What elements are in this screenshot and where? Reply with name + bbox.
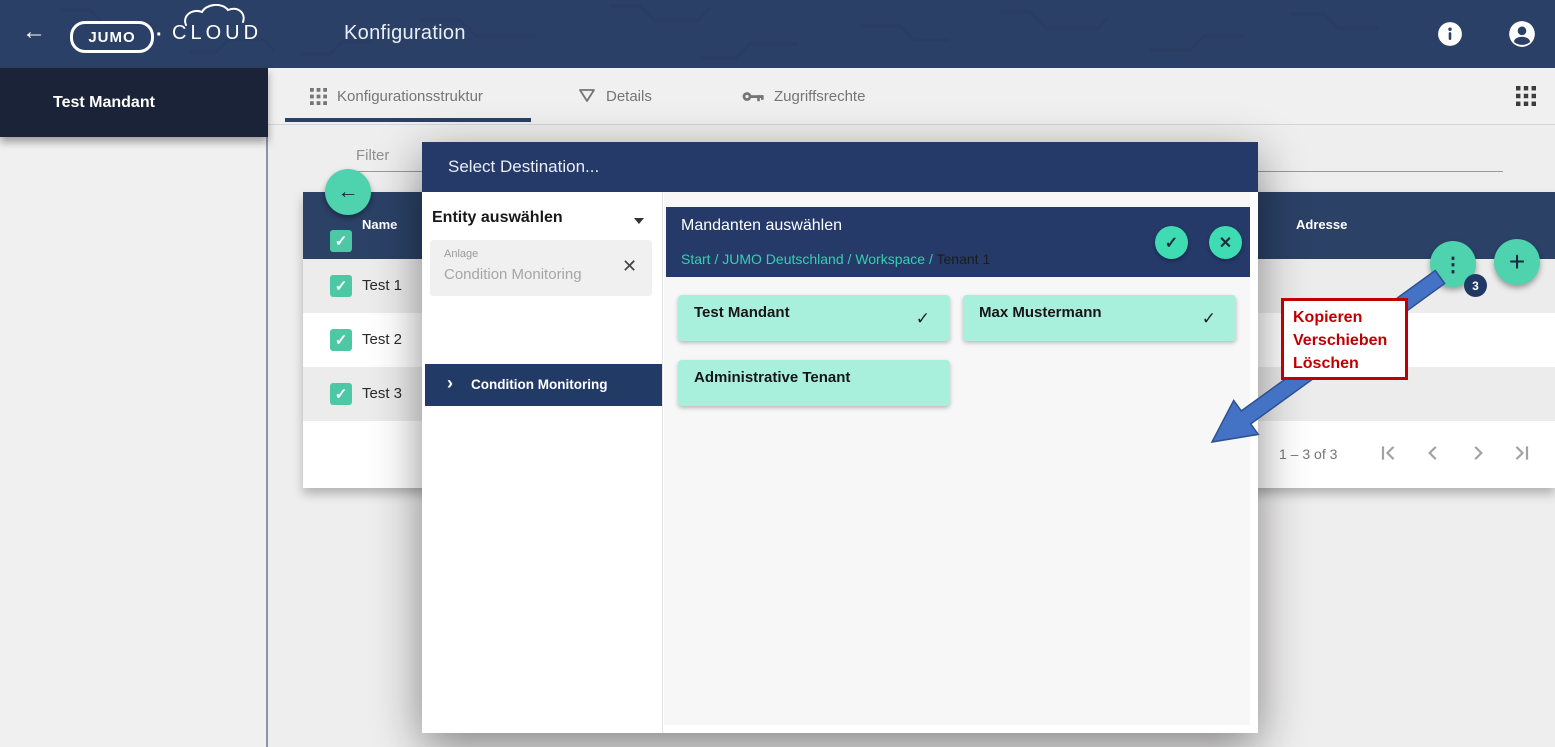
tab-details[interactable]: Details (578, 68, 652, 124)
dialog-right-panel: Mandanten auswählen Start / JUMO Deutsch… (664, 192, 1250, 725)
row-name: Test 1 (362, 277, 402, 294)
first-page-icon[interactable] (1378, 443, 1398, 463)
annotation-line: Kopieren (1293, 306, 1405, 329)
chip-label: Test Mandant (694, 304, 790, 321)
funnel-icon (578, 88, 596, 104)
row-checkbox[interactable]: ✓ (330, 329, 352, 351)
info-icon[interactable] (1437, 21, 1463, 47)
confirm-button[interactable]: ✓ (1155, 226, 1188, 259)
breadcrumb-separator: / (929, 251, 933, 267)
column-header-name: Name (362, 217, 397, 232)
row-checkbox[interactable]: ✓ (330, 383, 352, 405)
annotation-line: Verschieben (1293, 329, 1405, 352)
breadcrumb: Start / JUMO Deutschland / Workspace / T… (681, 251, 990, 267)
collapse-back-button[interactable]: ← (325, 169, 371, 215)
tree-item-condition-monitoring[interactable]: › Condition Monitoring (425, 364, 662, 406)
chip-label: Administrative Tenant (694, 369, 850, 386)
row-name: Test 3 (362, 385, 402, 402)
jumo-logo: JUMO (70, 21, 154, 53)
app-bar: ← JUMO · CLOUD Konfiguration (0, 0, 1555, 68)
key-icon (742, 90, 764, 103)
tab-bar: Konfigurationsstruktur Details Zugriffsr… (268, 68, 1555, 125)
tab-label: Zugriffsrechte (774, 88, 865, 105)
tab-label: Details (606, 88, 652, 105)
add-button[interactable]: + (1494, 239, 1540, 285)
selection-count-badge: 3 (1464, 274, 1487, 297)
page-title: Konfiguration (344, 22, 466, 45)
chevron-down-icon[interactable] (634, 218, 644, 224)
prev-page-icon[interactable] (1423, 443, 1443, 463)
check-icon: ✓ (1202, 309, 1216, 329)
pagination-range: 1 – 3 of 3 (1279, 446, 1337, 462)
check-icon: ✓ (916, 309, 930, 329)
chevron-right-icon[interactable]: › (447, 373, 453, 394)
mandanten-title: Mandanten auswählen (681, 217, 842, 235)
tab-zugriffsrechte[interactable]: Zugriffsrechte (742, 68, 865, 124)
column-header-adresse: Adresse (1296, 217, 1347, 232)
breadcrumb-separator: / (714, 251, 718, 267)
clear-field-icon[interactable]: ✕ (622, 256, 637, 277)
row-name: Test 2 (362, 331, 402, 348)
grid-icon (310, 88, 327, 105)
dialog-title: Select Destination... (448, 157, 599, 177)
breadcrumb-current-tenant: Tenant 1 (937, 251, 991, 267)
layout-grid-icon[interactable] (1516, 86, 1536, 106)
breadcrumb-separator: / (848, 251, 852, 267)
entity-select-dropdown[interactable]: Entity auswählen (432, 209, 563, 227)
anlage-field-value: Condition Monitoring (444, 266, 582, 283)
tenant-chip-max-mustermann[interactable]: Max Mustermann ✓ (963, 295, 1236, 341)
annotation-menu-box: Kopieren Verschieben Löschen (1281, 298, 1408, 380)
filter-input[interactable]: Filter (356, 147, 389, 164)
anlage-field-label: Anlage (444, 248, 478, 260)
select-all-checkbox[interactable]: ✓ (330, 230, 352, 252)
mandanten-header: Mandanten auswählen Start / JUMO Deutsch… (666, 207, 1250, 277)
dialog-left-panel: Entity auswählen Anlage Condition Monito… (422, 192, 663, 733)
breadcrumb-start[interactable]: Start (681, 251, 711, 267)
row-checkbox[interactable]: ✓ (330, 275, 352, 297)
breadcrumb-workspace[interactable]: Workspace (855, 251, 925, 267)
dialog-header: Select Destination... (422, 142, 1258, 192)
last-page-icon[interactable] (1512, 443, 1532, 463)
sidebar-tenant-title[interactable]: Test Mandant (0, 68, 268, 137)
annotation-line: Löschen (1293, 352, 1405, 375)
tenant-chip-administrative-tenant[interactable]: Administrative Tenant (678, 360, 950, 406)
active-tab-underline (285, 118, 531, 122)
cancel-button[interactable]: ✕ (1209, 226, 1242, 259)
breadcrumb-jumo-deutschland[interactable]: JUMO Deutschland (722, 251, 843, 267)
tenant-chip-test-mandant[interactable]: Test Mandant ✓ (678, 295, 950, 341)
tree-item-label: Condition Monitoring (471, 377, 607, 392)
next-page-icon[interactable] (1468, 443, 1488, 463)
tab-konfigurationsstruktur[interactable]: Konfigurationsstruktur (310, 68, 483, 124)
account-icon[interactable] (1508, 20, 1536, 48)
chip-label: Max Mustermann (979, 304, 1102, 321)
tab-label: Konfigurationsstruktur (337, 88, 483, 105)
cloud-outline-icon (182, 4, 282, 26)
select-destination-dialog: Select Destination... Entity auswählen A… (422, 142, 1258, 733)
sidebar (0, 68, 268, 747)
anlage-field[interactable]: Anlage Condition Monitoring ✕ (430, 240, 652, 296)
back-arrow-icon[interactable]: ← (22, 18, 46, 46)
logo-dot: · (156, 24, 163, 47)
